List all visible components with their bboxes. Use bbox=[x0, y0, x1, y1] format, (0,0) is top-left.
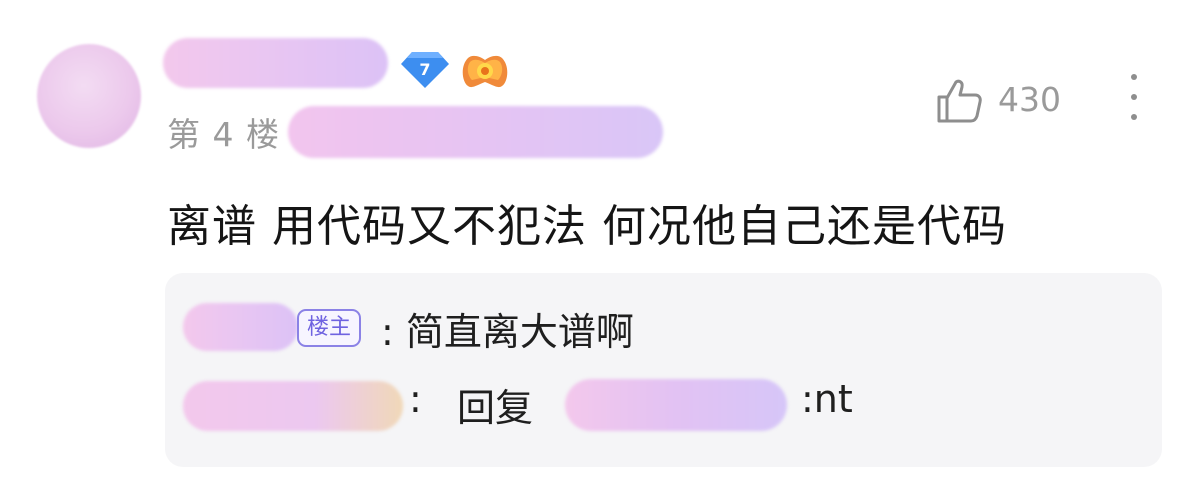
level-badge: 7 bbox=[401, 52, 449, 88]
reply-item[interactable]: : 回复 :nt bbox=[165, 373, 1162, 433]
floor-number: 第 4 楼 bbox=[167, 115, 280, 154]
reply-colon: : bbox=[409, 377, 422, 421]
reply-text: :nt bbox=[801, 377, 853, 421]
user-avatar[interactable] bbox=[37, 44, 141, 148]
user-tag-redacted bbox=[288, 106, 663, 158]
level-number: 7 bbox=[419, 60, 430, 79]
reply-target-redacted[interactable] bbox=[565, 379, 787, 431]
reply-author-redacted[interactable] bbox=[183, 381, 403, 431]
op-badge: 楼主 bbox=[297, 309, 362, 347]
reply-item[interactable]: 楼主 : 简直离大谱啊 bbox=[165, 297, 1162, 357]
more-vertical-icon[interactable] bbox=[1124, 74, 1144, 126]
comment-text: 离谱 用代码又不犯法 何况他自己还是代码 bbox=[167, 201, 1007, 252]
game-badge-icon bbox=[462, 55, 508, 88]
like-count[interactable]: 430 bbox=[998, 80, 1061, 119]
reply-text: : 简直离大谱啊 bbox=[381, 310, 634, 354]
username-redacted[interactable] bbox=[163, 38, 388, 88]
reply-author-redacted[interactable] bbox=[183, 303, 298, 351]
reply-list[interactable]: 楼主 : 简直离大谱啊 : 回复 :nt bbox=[165, 273, 1162, 467]
reply-to-label: 回复 bbox=[457, 386, 534, 430]
thumbs-up-icon[interactable] bbox=[935, 78, 983, 124]
